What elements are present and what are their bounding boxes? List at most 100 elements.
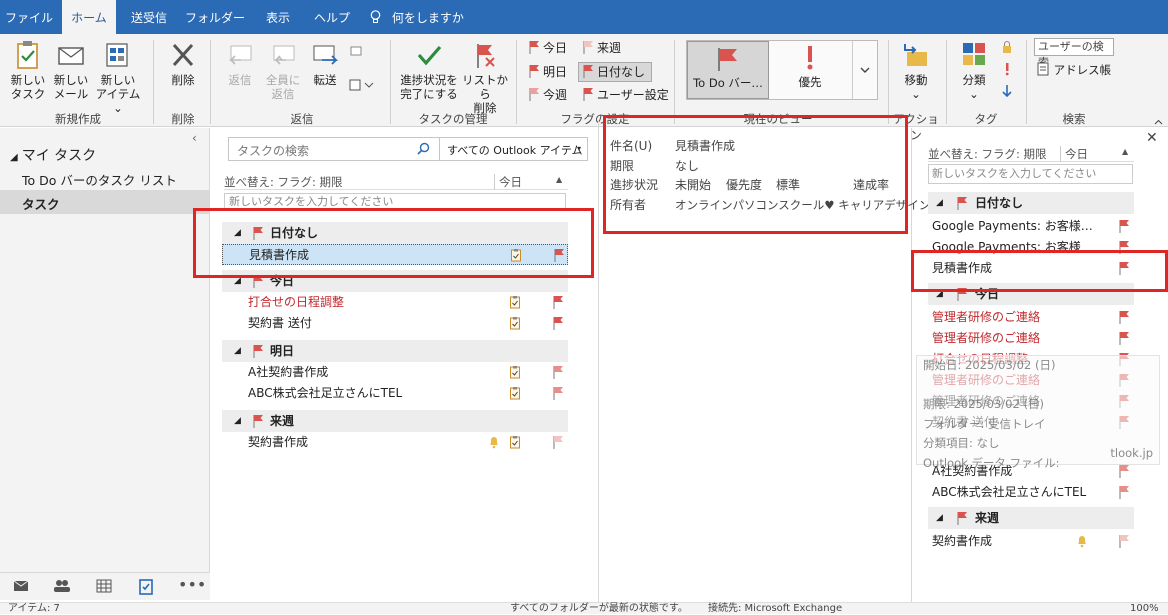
collapse-triangle-icon: ◢: [936, 513, 943, 523]
mark-complete-button[interactable]: 進捗状況を 完了にする: [398, 40, 460, 101]
task-row[interactable]: 契約書作成: [222, 432, 568, 453]
todobar-new-task-input[interactable]: 新しいタスクを入力してください: [928, 164, 1133, 184]
folder-pane: ‹ ◢ マイ タスク To Do バーのタスク リスト タスク: [0, 128, 210, 572]
flag-custom-button[interactable]: ユーザー設定: [582, 86, 669, 104]
more-respond-icon: [350, 46, 362, 56]
flag-icon[interactable]: [552, 316, 564, 337]
tasks-module-icon[interactable]: [138, 577, 154, 598]
group-separator: [210, 40, 211, 124]
flag-tomorrow-button[interactable]: 明日: [528, 63, 567, 81]
high-importance-button[interactable]: [998, 62, 1016, 79]
flag-icon[interactable]: [552, 386, 564, 407]
flag-icon[interactable]: [552, 435, 564, 456]
todobar-task-row[interactable]: 契約書作成: [928, 531, 1134, 552]
search-icon[interactable]: [417, 142, 430, 158]
chevron-down-icon: [349, 79, 374, 91]
calendar-module-icon[interactable]: [96, 579, 112, 596]
flag-thisweek-button[interactable]: 今週: [528, 86, 567, 104]
collapse-ribbon-icon[interactable]: [1154, 114, 1164, 128]
view-priority-button[interactable]: 優先: [772, 44, 848, 89]
new-task-button[interactable]: 新しい タスク: [8, 40, 48, 101]
status-sync: すべてのフォルダーが最新の状態です。: [510, 603, 688, 614]
nav-item-todo-list[interactable]: To Do バーのタスク リスト: [22, 170, 177, 189]
todobar-task-row[interactable]: 管理者研修のご連絡: [928, 307, 1134, 328]
view-todo-button[interactable]: To Do バー…: [687, 41, 769, 99]
section-header[interactable]: ◢ 来週: [222, 410, 568, 432]
remove-from-list-button[interactable]: リストから 削除: [460, 40, 510, 115]
task-row[interactable]: 契約書 送付: [222, 313, 568, 334]
task-icon: [509, 316, 521, 337]
flag-nextweek-button[interactable]: 来週: [582, 39, 621, 57]
collapse-triangle-icon: ◢: [234, 416, 241, 426]
todobar-section-header[interactable]: ◢ 来週: [928, 507, 1134, 529]
task-row[interactable]: ABC株式会社足立さんにTEL: [222, 383, 568, 404]
tab-folder[interactable]: フォルダー: [182, 0, 248, 34]
close-icon[interactable]: ✕: [1146, 130, 1158, 146]
chevron-down-icon[interactable]: ▾: [577, 144, 581, 153]
todobar-task-row[interactable]: 管理者研修のご連絡: [928, 328, 1134, 349]
module-navigation-bar: •••: [0, 572, 210, 600]
more-respond-button[interactable]: [346, 44, 368, 63]
todobar-task-row[interactable]: Google Payments: お客様…: [928, 216, 1134, 237]
group-separator: [674, 40, 675, 124]
sort-header[interactable]: 並べ替え: フラグ: 期限 今日 ▲: [224, 174, 568, 190]
categorize-icon: [963, 43, 985, 65]
group-label-find: 検索: [1062, 112, 1086, 126]
tab-view[interactable]: 表示: [254, 0, 302, 34]
search-people-input[interactable]: ユーザーの検索: [1034, 38, 1114, 69]
group-separator: [888, 40, 889, 124]
flag-icon[interactable]: [1118, 485, 1130, 506]
checkmark-icon: [417, 45, 442, 66]
low-importance-button[interactable]: [998, 84, 1016, 101]
forward-icon: [313, 45, 339, 65]
flag-nodate-button[interactable]: 日付なし: [578, 62, 653, 82]
task-search-box[interactable]: タスクの検索 すべての Outlook アイテム ▾: [228, 137, 588, 161]
collapse-pane-icon[interactable]: ‹: [192, 131, 197, 145]
status-item-count: アイテム: 7: [8, 603, 60, 614]
reply-button[interactable]: 返信: [220, 40, 260, 87]
tab-file[interactable]: ファイル: [0, 0, 58, 34]
categorize-button[interactable]: 分類 ⌄: [954, 40, 994, 101]
group-label-tags: タグ: [974, 112, 998, 126]
tab-home[interactable]: ホーム: [62, 0, 116, 34]
nav-item-tasks-selected[interactable]: タスク: [0, 190, 209, 214]
group-separator: [516, 40, 517, 124]
todobar-section-header[interactable]: ◢ 日付なし: [928, 192, 1134, 214]
move-button[interactable]: 移動 ⌄: [894, 40, 938, 101]
new-items-button[interactable]: 新しい アイテム ⌄: [92, 40, 144, 115]
pane-divider: [598, 120, 599, 602]
delete-button[interactable]: 削除: [162, 40, 204, 87]
flag-icon[interactable]: [1118, 534, 1130, 555]
task-row[interactable]: A社契約書作成: [222, 362, 568, 383]
reminder-bell-icon: [488, 435, 500, 456]
forward-button[interactable]: 転送: [306, 40, 344, 87]
reply-all-button[interactable]: 全員に 返信: [262, 40, 304, 101]
mail-module-icon[interactable]: [13, 579, 29, 596]
task-row[interactable]: 打合せの日程調整: [222, 292, 568, 313]
address-book-button[interactable]: アドレス帳: [1036, 62, 1111, 78]
private-button[interactable]: [998, 40, 1016, 57]
sort-arrow-icon: ▲: [1122, 147, 1129, 156]
flag-today-button[interactable]: 今日: [528, 39, 567, 57]
new-mail-button[interactable]: 新しい メール: [51, 40, 91, 101]
todobar-task-row[interactable]: ABC株式会社足立さんにTEL: [928, 482, 1134, 503]
people-module-icon[interactable]: [53, 579, 71, 596]
tab-send-receive[interactable]: 送受信: [120, 0, 178, 34]
more-respond-dropdown[interactable]: [346, 78, 378, 95]
reply-all-icon: [273, 45, 295, 65]
flag-icon: [956, 510, 968, 532]
flag-icon: [583, 88, 593, 101]
reply-icon: [229, 45, 252, 65]
view-more-button[interactable]: [852, 41, 877, 99]
group-label-new: 新規作成: [55, 112, 101, 126]
todobar-sort-header[interactable]: 並べ替え: フラグ: 期限 今日 ▲: [928, 146, 1134, 162]
section-header[interactable]: ◢ 明日: [222, 340, 568, 362]
tell-me-box[interactable]: 何をしますか: [370, 0, 470, 34]
tab-help[interactable]: ヘルプ: [306, 0, 358, 34]
group-separator: [390, 40, 391, 124]
delete-x-icon: [172, 43, 194, 67]
more-modules-icon[interactable]: •••: [178, 575, 206, 594]
my-tasks-header[interactable]: ◢ マイ タスク: [10, 145, 96, 165]
task-icon: [17, 41, 38, 69]
search-scope-select[interactable]: すべての Outlook アイテム: [447, 142, 583, 158]
